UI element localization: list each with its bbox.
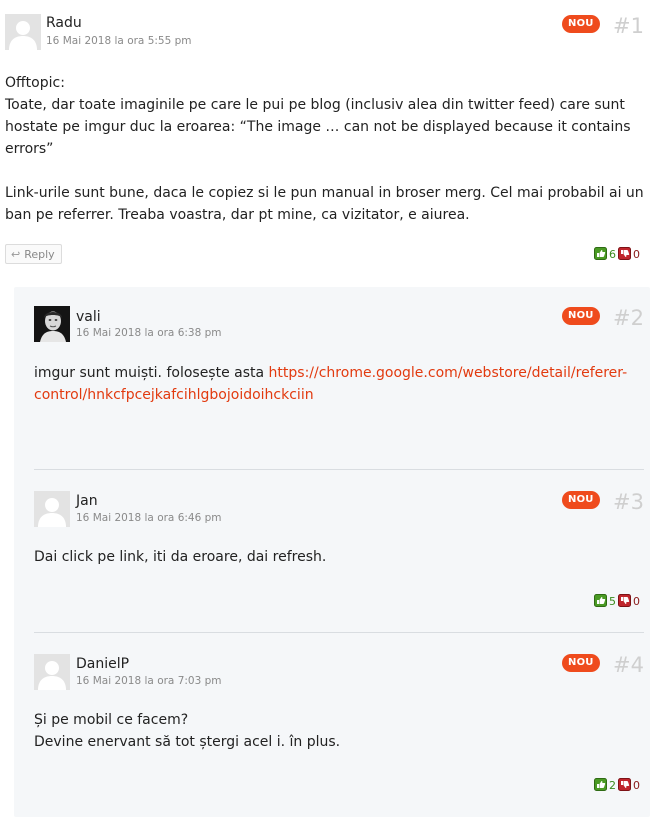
default-avatar-icon[interactable]	[34, 654, 70, 690]
comment-paragraph: Devine enervant să tot ștergi acel i. în…	[34, 734, 341, 750]
comment-4: DanielP 16 Mai 2018 la ora 7:03 pm NOU #…	[0, 0, 659, 820]
upvote-count: 2	[609, 779, 616, 792]
comment-author[interactable]: DanielP	[76, 656, 129, 672]
comment-number[interactable]: #4	[584, 653, 644, 677]
vote-bar: 20	[594, 778, 640, 792]
comment-paragraph: Și pe mobil ce facem?	[34, 712, 189, 728]
thumbs-down-icon[interactable]	[618, 778, 631, 791]
thumbs-up-icon[interactable]	[594, 778, 607, 791]
downvote-count: 0	[633, 779, 640, 792]
comment-date[interactable]: 16 Mai 2018 la ora 7:03 pm	[76, 675, 222, 688]
comment-body: Și pe mobil ce facem? Devine enervant să…	[34, 709, 649, 753]
